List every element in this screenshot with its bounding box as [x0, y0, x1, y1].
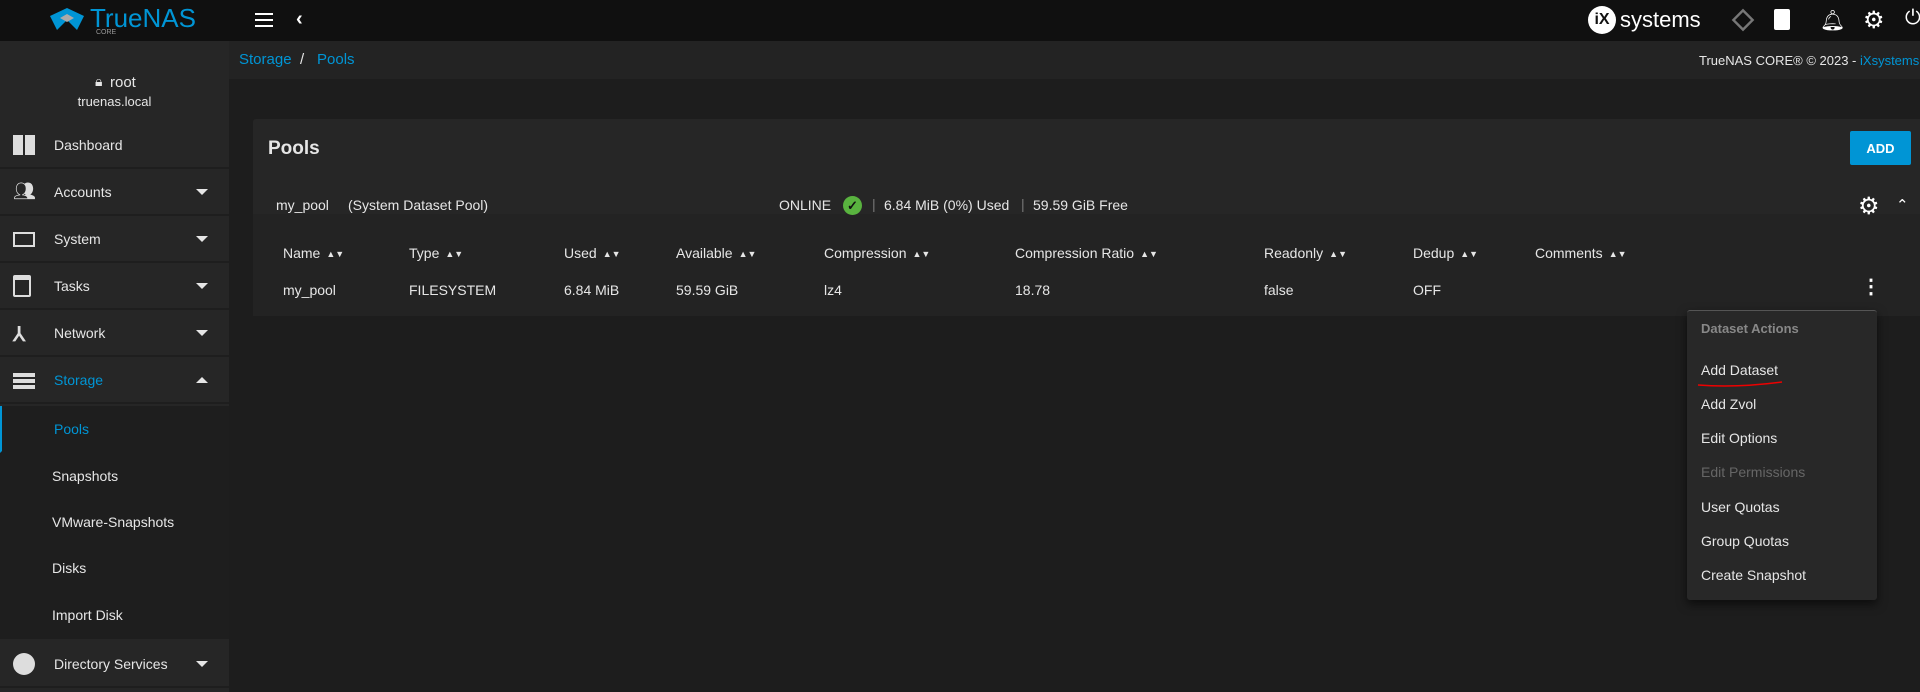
username: root — [110, 74, 136, 91]
vendor-name: systems — [1620, 7, 1701, 32]
sort-icon: ▲▼ — [602, 249, 621, 259]
sidebar-item-disks[interactable]: Disks — [0, 545, 229, 592]
sidebar-item-accounts[interactable]: 👥︎ Accounts — [0, 169, 229, 216]
red-underline-annotation — [1697, 381, 1783, 387]
col-comments[interactable]: Comments ▲▼ — [1535, 245, 1627, 261]
ixsystems-link[interactable]: iXsystems — [1860, 53, 1919, 68]
col-readonly[interactable]: Readonly ▲▼ — [1264, 245, 1347, 261]
back-icon[interactable]: ‹ — [296, 8, 303, 31]
lock-icon: 🔒︎ — [95, 73, 103, 89]
breadcrumb-separator: / — [300, 51, 305, 68]
card-title: Pools — [268, 138, 320, 159]
more-vert-icon[interactable]: ⋮ — [1861, 274, 1881, 299]
dataset-actions-menu: Dataset Actions Add Dataset Add Zvol Edi… — [1687, 310, 1877, 600]
sidebar-item-pools[interactable]: Pools — [0, 406, 229, 453]
sort-icon: ▲▼ — [326, 249, 345, 259]
pools-card: Pools ADD — [253, 119, 1920, 316]
directory-icon — [13, 652, 35, 675]
cell-available: 59.59 GiB — [676, 282, 739, 298]
col-name[interactable]: Name ▲▼ — [283, 245, 344, 261]
sidebar-item-system[interactable]: System — [0, 216, 229, 263]
cell-used: 6.84 MiB — [564, 282, 620, 298]
hostname: truenas.local — [77, 94, 152, 109]
collapse-chevron-icon[interactable]: ⌃ — [1896, 196, 1909, 214]
menu-group-quotas[interactable]: Group Quotas — [1701, 533, 1789, 549]
col-used[interactable]: Used ▲▼ — [564, 245, 621, 261]
gear-icon[interactable]: ⚙ — [1863, 6, 1885, 35]
pool-status: ONLINE — [779, 197, 832, 213]
sort-icon: ▲▼ — [1608, 249, 1627, 259]
pool-name: my_pool — [276, 197, 329, 213]
chevron-down-icon — [196, 329, 208, 336]
sort-icon: ▲▼ — [738, 249, 757, 259]
chevron-down-icon — [196, 235, 208, 242]
cell-ratio: 18.78 — [1015, 282, 1051, 298]
breadcrumb-storage[interactable]: Storage — [239, 51, 292, 68]
sort-icon: ▲▼ — [1329, 249, 1347, 259]
network-icon: ⅄ — [13, 323, 26, 346]
pool-settings-gear-icon[interactable]: ⚙ — [1858, 192, 1880, 221]
cell-readonly: false — [1264, 282, 1294, 298]
sort-icon: ▲▼ — [445, 249, 464, 259]
col-compression-ratio[interactable]: Compression Ratio ▲▼ — [1015, 245, 1158, 261]
menu-create-snapshot[interactable]: Create Snapshot — [1701, 567, 1806, 583]
col-compression[interactable]: Compression ▲▼ — [824, 245, 930, 261]
sidebar-item-vmware-snapshots[interactable]: VMware-Snapshots — [0, 499, 229, 546]
menu-title: Dataset Actions — [1701, 321, 1799, 336]
menu-icon[interactable] — [255, 13, 273, 27]
top-bar: TrueNAS CORE ‹ iX systems 🔔︎ ⚙ ⏻ — [0, 0, 1920, 41]
sidebar-item-import-disk[interactable]: Import Disk — [0, 592, 229, 639]
menu-add-dataset[interactable]: Add Dataset — [1701, 362, 1778, 378]
breadcrumb-pools[interactable]: Pools — [317, 51, 355, 68]
sidebar-item-storage[interactable]: Storage — [0, 357, 229, 404]
storage-icon — [13, 373, 35, 389]
sidebar-item-dashboard[interactable]: Dashboard — [0, 122, 229, 169]
cell-compression: lz4 — [824, 282, 842, 298]
truecommand-icon[interactable] — [1731, 8, 1755, 32]
menu-add-zvol[interactable]: Add Zvol — [1701, 396, 1756, 412]
pool-table-area — [253, 214, 1920, 316]
col-type[interactable]: Type ▲▼ — [409, 245, 463, 261]
sidebar-item-directory-services[interactable]: Directory Services — [0, 641, 229, 688]
accounts-icon: 👥︎ — [13, 180, 36, 201]
dashboard-icon — [13, 134, 35, 155]
chevron-up-icon — [196, 376, 208, 383]
breadcrumb: Storage / Pools TrueNAS CORE® © 2023 - i… — [229, 41, 1920, 79]
pool-free: 59.59 GiB Free — [1033, 197, 1128, 213]
pool-used: 6.84 MiB (0%) Used — [884, 197, 1010, 213]
add-pool-button[interactable]: ADD — [1850, 131, 1911, 165]
brand-edition: CORE — [96, 29, 117, 36]
sort-icon: ▲▼ — [1140, 249, 1158, 259]
check-circle-icon: ✓ — [843, 196, 862, 215]
menu-user-quotas[interactable]: User Quotas — [1701, 499, 1780, 515]
calendar-icon — [13, 274, 31, 297]
sort-icon: ▲▼ — [912, 249, 931, 259]
sort-icon: ▲▼ — [1460, 249, 1479, 259]
menu-edit-options[interactable]: Edit Options — [1701, 430, 1777, 446]
cell-type: FILESYSTEM — [409, 282, 497, 298]
ixsystems-logo-icon: iX — [1588, 6, 1616, 34]
tasks-clipboard-icon[interactable] — [1774, 9, 1790, 30]
col-available[interactable]: Available ▲▼ — [676, 245, 756, 261]
menu-edit-permissions: Edit Permissions — [1701, 464, 1806, 480]
chevron-down-icon — [196, 660, 208, 667]
sidebar-item-tasks[interactable]: Tasks — [0, 263, 229, 310]
sidebar-item-network[interactable]: ⅄ Network — [0, 310, 229, 357]
chevron-down-icon — [196, 282, 208, 289]
copyright: TrueNAS CORE® © 2023 - iXsystems — [1699, 53, 1920, 68]
chevron-down-icon — [196, 188, 208, 195]
laptop-icon — [13, 232, 35, 247]
sidebar-item-snapshots[interactable]: Snapshots — [0, 453, 229, 500]
cell-name: my_pool — [283, 282, 336, 298]
cell-dedup: OFF — [1413, 282, 1441, 298]
pool-note: (System Dataset Pool) — [348, 197, 489, 213]
power-icon[interactable]: ⏻ — [1905, 7, 1920, 30]
truenas-logo-icon — [50, 8, 84, 30]
bell-icon[interactable]: 🔔︎ — [1820, 8, 1845, 33]
col-dedup[interactable]: Dedup ▲▼ — [1413, 245, 1478, 261]
